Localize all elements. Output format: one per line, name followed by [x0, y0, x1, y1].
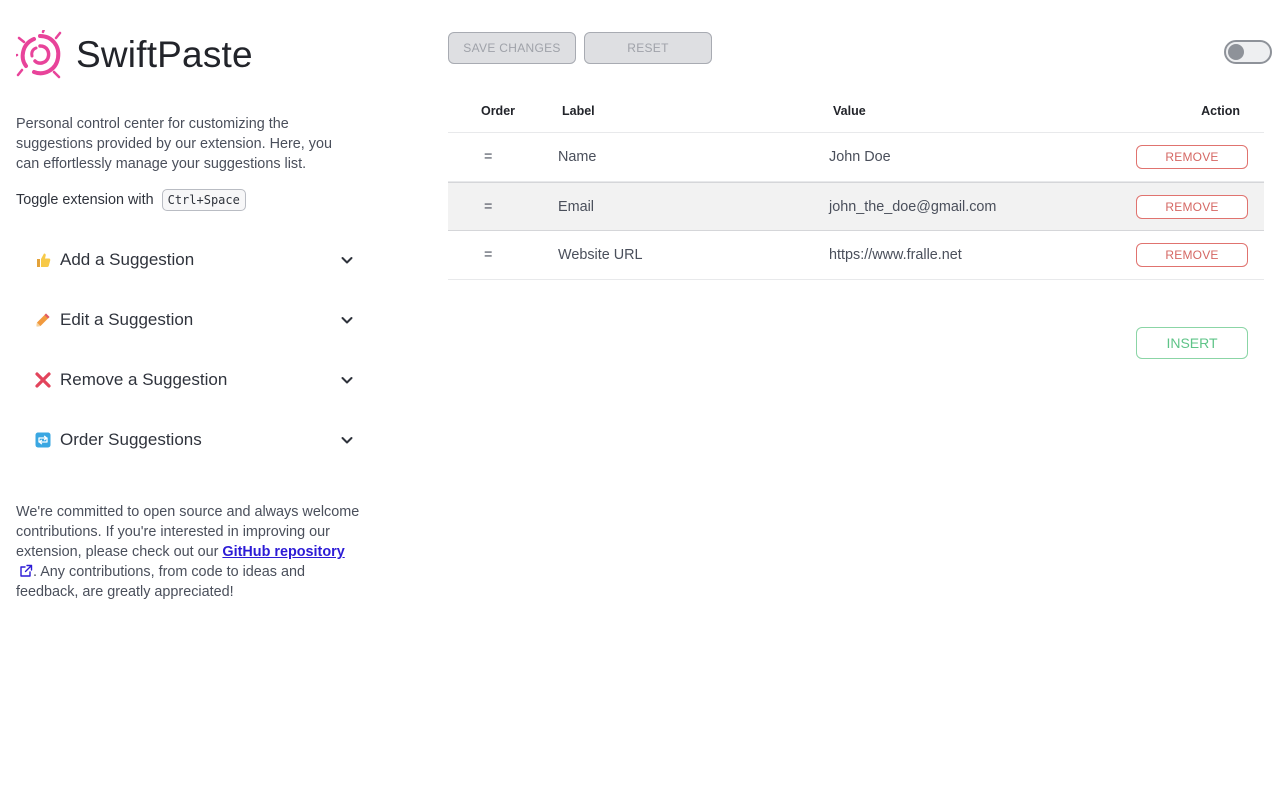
row-label: Name: [558, 149, 597, 165]
accordion-edit-suggestion[interactable]: Edit a Suggestion: [16, 290, 360, 350]
intro-text: Personal control center for customizing …: [16, 116, 332, 172]
chevron-down-icon: [341, 257, 353, 264]
save-changes-button[interactable]: SAVE CHANGES: [448, 32, 576, 64]
drag-handle[interactable]: =: [448, 247, 558, 263]
brand: SwiftPaste: [16, 30, 253, 80]
pencil-icon: [34, 311, 52, 329]
chevron-down-icon: [341, 377, 353, 384]
row-value: john_the_doe@gmail.com: [829, 198, 997, 215]
row-label: Website URL: [558, 247, 643, 263]
suggestions-table: Order Label Value Action = Name John Doe…: [448, 90, 1264, 280]
table-row: = Name John Doe REMOVE: [448, 133, 1264, 182]
external-link-icon[interactable]: [19, 564, 33, 578]
remove-button[interactable]: REMOVE: [1136, 243, 1248, 267]
accordion-order-suggestions[interactable]: Order Suggestions: [16, 410, 360, 470]
repeat-arrows-icon: [34, 431, 52, 449]
accordion-label: Order Suggestions: [60, 430, 202, 449]
row-value: John Doe: [829, 149, 891, 165]
remove-button[interactable]: REMOVE: [1136, 194, 1248, 219]
accordion-add-suggestion[interactable]: Add a Suggestion: [16, 230, 360, 290]
theme-toggle-switch[interactable]: [1224, 40, 1272, 64]
accordion-label: Remove a Suggestion: [60, 370, 228, 389]
row-action: REMOVE: [1136, 194, 1264, 219]
row-action: REMOVE: [1136, 145, 1264, 169]
help-accordion: Add a Suggestion Edit a Suggestion Remov…: [16, 230, 360, 470]
app-title: SwiftPaste: [76, 34, 253, 75]
chevron-down-icon: [341, 437, 353, 444]
chevron-down-icon: [341, 317, 353, 324]
sidebar: SwiftPaste Personal control center for c…: [0, 0, 380, 800]
accordion-remove-suggestion[interactable]: Remove a Suggestion: [16, 350, 360, 410]
header-action: Action: [1201, 104, 1240, 118]
table-row: = Email john_the_doe@gmail.com REMOVE: [448, 182, 1264, 231]
remove-button[interactable]: REMOVE: [1136, 145, 1248, 169]
drag-handle[interactable]: =: [448, 149, 558, 165]
swirl-logo-icon: [16, 30, 62, 79]
drag-handle[interactable]: =: [448, 199, 558, 215]
toggle-knob: [1228, 44, 1244, 60]
shortcut-info: Toggle extension with Ctrl+Space: [16, 189, 246, 211]
table-header: Order Label Value Action: [448, 90, 1264, 133]
header-label: Label: [562, 104, 595, 118]
row-action: REMOVE: [1136, 243, 1264, 267]
contribution-text: We're committed to open source and alway…: [16, 502, 361, 602]
reset-button[interactable]: RESET: [584, 32, 712, 64]
header-order: Order: [480, 104, 516, 118]
cross-mark-icon: [34, 371, 52, 389]
github-link[interactable]: GitHub repository: [222, 544, 344, 560]
accordion-label: Add a Suggestion: [60, 250, 195, 269]
header-value: Value: [833, 104, 866, 118]
thumbs-up-icon: [34, 251, 52, 269]
footer-text-after: . Any contributions, from code to ideas …: [16, 564, 305, 600]
row-label: Email: [558, 198, 594, 215]
accordion-label: Edit a Suggestion: [60, 310, 194, 329]
shortcut-label: Toggle extension with: [16, 192, 154, 208]
row-value: https://www.fralle.net: [829, 247, 962, 263]
insert-button[interactable]: INSERT: [1136, 327, 1248, 359]
table-row: = Website URL https://www.fralle.net REM…: [448, 231, 1264, 280]
shortcut-keys: Ctrl+Space: [161, 189, 246, 211]
